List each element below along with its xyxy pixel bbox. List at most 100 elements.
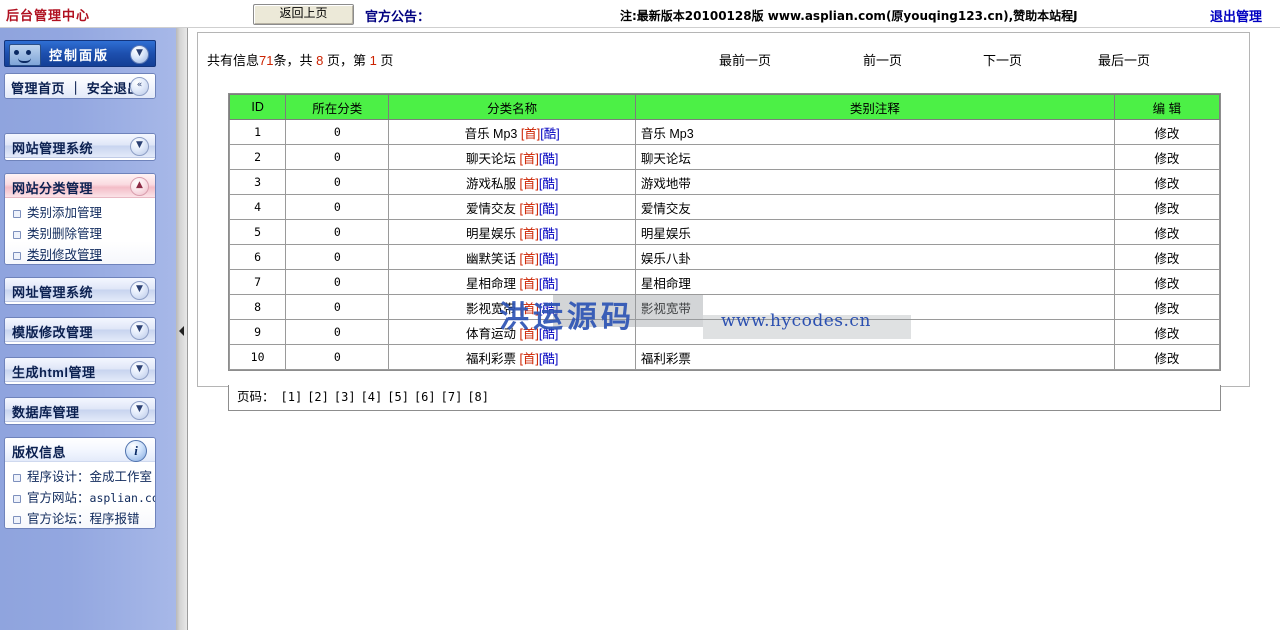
- cell-edit[interactable]: 修改: [1113, 169, 1221, 195]
- copyright-value: asplian.com: [89, 491, 155, 505]
- cell-category-note: 音乐 Mp3: [634, 119, 1115, 145]
- copyright-line-forum[interactable]: 官方论坛：程序报错: [5, 509, 155, 528]
- cell-edit[interactable]: 修改: [1113, 219, 1221, 245]
- sidebar-home-row[interactable]: 管理首页 ｜ 安全退出 «: [4, 73, 156, 99]
- record-info: 共有信息71条，共 8 页，第 1 页: [207, 50, 393, 69]
- sidebar-splitter[interactable]: [176, 28, 188, 630]
- tag-home-link[interactable]: [首]: [519, 352, 538, 366]
- tag-cool-link[interactable]: [酷]: [539, 302, 558, 316]
- sidebar-section-label: 网站管理系统: [12, 141, 94, 156]
- tag-cool-link[interactable]: [酷]: [539, 227, 558, 241]
- sidebar-section-site-management[interactable]: 网站管理系统 ▼: [4, 133, 156, 161]
- tag-cool-link[interactable]: [酷]: [539, 152, 558, 166]
- tag-cool-link[interactable]: [酷]: [539, 277, 558, 291]
- chevron-up-icon[interactable]: ▲: [130, 177, 149, 196]
- sidebar-section-label: 生成html管理: [12, 365, 96, 380]
- table-row: 7 0 星相命理 [首][酷] 星相命理 修改: [228, 269, 1221, 295]
- sidebar-section-html-generation[interactable]: 生成html管理 ▼: [4, 357, 156, 385]
- tag-home-link[interactable]: [首]: [519, 327, 538, 341]
- info-mid2: 页，第: [323, 53, 370, 68]
- pager-page-link[interactable]: [4]: [361, 390, 383, 404]
- cell-category-note: 爱情交友: [634, 194, 1115, 220]
- page-number-bar: 页码： [1] [2] [3] [4] [5] [6] [7] [8]: [228, 385, 1221, 411]
- cell-edit[interactable]: 修改: [1113, 319, 1221, 345]
- cell-edit[interactable]: 修改: [1113, 344, 1221, 370]
- back-button[interactable]: 返回上页: [253, 4, 354, 25]
- collapse-left-arrow-icon[interactable]: [179, 326, 184, 336]
- pager-page-link[interactable]: [3]: [334, 390, 356, 404]
- chevron-down-icon[interactable]: ▼: [130, 401, 149, 420]
- pager-page-link[interactable]: [1]: [281, 390, 303, 404]
- copyright-line-website[interactable]: 官方网站：asplian.com: [5, 488, 155, 509]
- chevron-down-icon[interactable]: ▼: [130, 281, 149, 300]
- cell-category-name: 明星娱乐 [首][酷]: [388, 219, 636, 245]
- tag-home-link[interactable]: [首]: [519, 302, 538, 316]
- pager-page-link[interactable]: [7]: [441, 390, 463, 404]
- table-row: 6 0 幽默笑话 [首][酷] 娱乐八卦 修改: [228, 244, 1221, 270]
- nav-last-page[interactable]: 最后一页: [1098, 50, 1150, 69]
- bullet-icon: [13, 252, 21, 260]
- chevron-down-icon[interactable]: ▼: [130, 321, 149, 340]
- tag-home-link[interactable]: [首]: [519, 202, 538, 216]
- nav-next-page[interactable]: 下一页: [983, 50, 1022, 69]
- sidebar: 控制面版 ▼ 管理首页 ｜ 安全退出 « 网站管理系统 ▼ 网站分类管理 ▲ 类…: [0, 28, 176, 630]
- tag-home-link[interactable]: [首]: [519, 277, 538, 291]
- table-head: ID 所在分类 分类名称 类别注释 编 辑: [228, 94, 1221, 120]
- pager-page-link[interactable]: [8]: [467, 390, 489, 404]
- control-panel-face-icon: [9, 44, 41, 66]
- bullet-icon: [13, 210, 21, 218]
- sidebar-item-category-delete[interactable]: 类别删除管理: [5, 224, 155, 245]
- cell-edit[interactable]: 修改: [1113, 294, 1221, 320]
- sidebar-section-template-management[interactable]: 模版修改管理 ▼: [4, 317, 156, 345]
- bullet-icon: [13, 231, 21, 239]
- cell-category-note: 娱乐八卦: [634, 244, 1115, 270]
- tag-home-link[interactable]: [首]: [521, 127, 540, 141]
- app-title: 后台管理中心: [6, 8, 91, 23]
- pager-page-link[interactable]: [2]: [307, 390, 329, 404]
- copyright-line-designer: 程序设计：金成工作室: [5, 467, 155, 488]
- tag-cool-link[interactable]: [酷]: [539, 202, 558, 216]
- sidebar-section-url-management[interactable]: 网址管理系统 ▼: [4, 277, 156, 305]
- tag-cool-link[interactable]: [酷]: [539, 252, 558, 266]
- cell-id: 4: [228, 194, 287, 220]
- tag-home-link[interactable]: [首]: [519, 177, 538, 191]
- chevron-down-icon[interactable]: ▼: [130, 45, 149, 64]
- chevron-down-icon[interactable]: ▼: [130, 361, 149, 380]
- tag-home-link[interactable]: [首]: [519, 152, 538, 166]
- sidebar-item-category-add[interactable]: 类别添加管理: [5, 203, 155, 224]
- cell-edit[interactable]: 修改: [1113, 194, 1221, 220]
- cell-edit[interactable]: 修改: [1113, 119, 1221, 145]
- logout-link[interactable]: 退出管理: [1210, 6, 1262, 25]
- info-suffix: 页: [376, 53, 394, 68]
- table-row: 8 0 影视宽带 [首][酷] 影视宽带 修改: [228, 294, 1221, 320]
- cell-category-name: 游戏私服 [首][酷]: [388, 169, 636, 195]
- sidebar-copyright-panel: 版权信息 i 程序设计：金成工作室 官方网站：asplian.com 官方论坛：…: [4, 437, 156, 529]
- tag-home-link[interactable]: [首]: [519, 227, 538, 241]
- pager-page-link[interactable]: [5]: [387, 390, 409, 404]
- sidebar-section-category-management[interactable]: 网站分类管理 ▲ 类别添加管理 类别删除管理 类别修改管理: [4, 173, 156, 265]
- cell-parent-category: 0: [285, 294, 390, 320]
- category-name-text: 音乐 Mp3: [464, 126, 521, 141]
- cell-edit[interactable]: 修改: [1113, 244, 1221, 270]
- table-row: 10 0 福利彩票 [首][酷] 福利彩票 修改: [228, 344, 1221, 370]
- sidebar-section-database-management[interactable]: 数据库管理 ▼: [4, 397, 156, 425]
- tag-cool-link[interactable]: [酷]: [540, 127, 559, 141]
- tag-cool-link[interactable]: [酷]: [539, 352, 558, 366]
- cell-id: 9: [228, 319, 287, 345]
- sidebar-item-category-edit[interactable]: 类别修改管理: [5, 245, 155, 264]
- copyright-value: 金成工作室: [89, 470, 153, 484]
- cell-edit[interactable]: 修改: [1113, 269, 1221, 295]
- tag-cool-link[interactable]: [酷]: [539, 327, 558, 341]
- category-name-text: 游戏私服: [465, 176, 520, 191]
- cell-parent-category: 0: [285, 244, 390, 270]
- chevron-down-icon[interactable]: ▼: [130, 137, 149, 156]
- nav-prev-page[interactable]: 前一页: [863, 50, 902, 69]
- chevron-left-icon[interactable]: «: [130, 77, 149, 96]
- table-row: 4 0 爱情交友 [首][酷] 爱情交友 修改: [228, 194, 1221, 220]
- nav-first-page[interactable]: 最前一页: [719, 50, 771, 69]
- sidebar-control-panel-header[interactable]: 控制面版 ▼: [4, 40, 156, 67]
- tag-home-link[interactable]: [首]: [519, 252, 538, 266]
- pager-page-link[interactable]: [6]: [414, 390, 436, 404]
- tag-cool-link[interactable]: [酷]: [539, 177, 558, 191]
- cell-edit[interactable]: 修改: [1113, 144, 1221, 170]
